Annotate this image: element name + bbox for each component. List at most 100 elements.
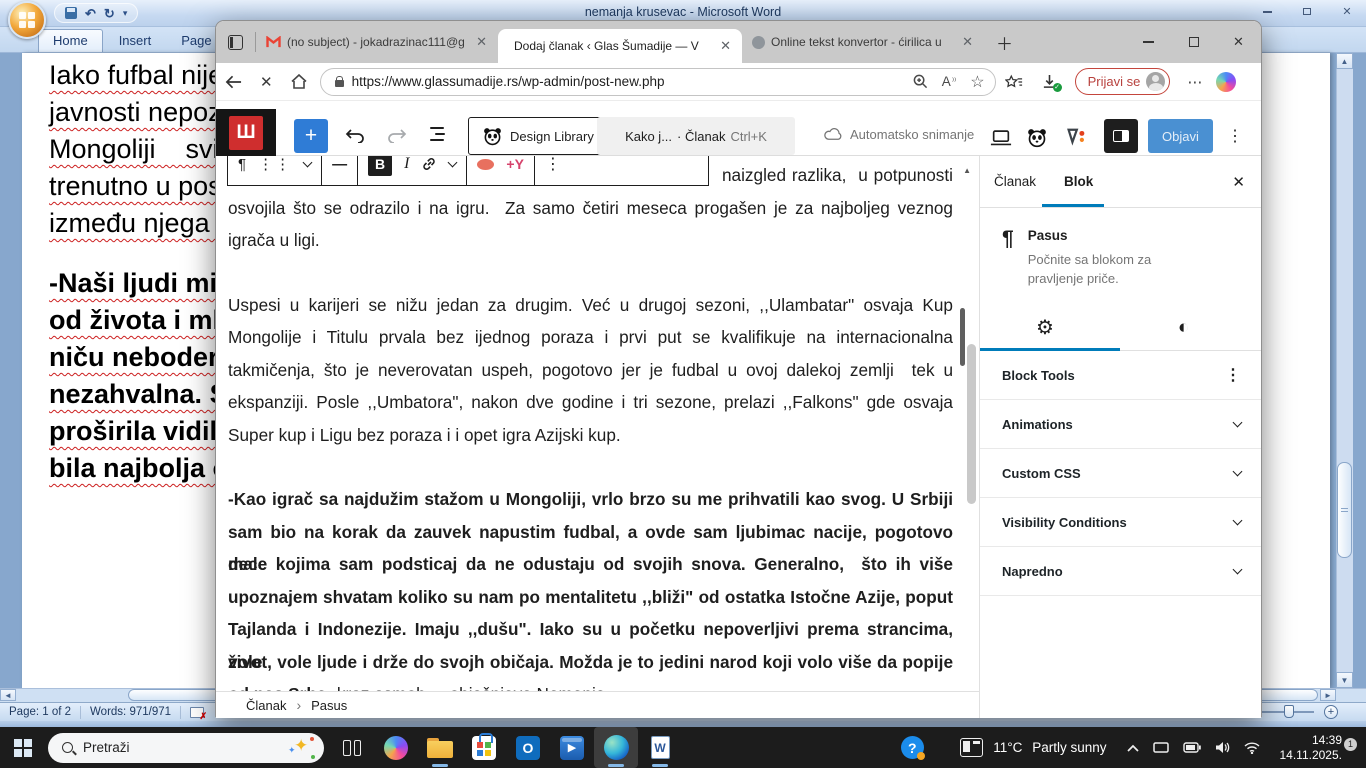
styles-icon[interactable]: ◐: [1178, 317, 1189, 339]
speaker-icon[interactable]: [1215, 741, 1230, 754]
show-hidden-icons-chevron[interactable]: [1127, 744, 1139, 752]
favorite-star-icon[interactable]: ☆: [970, 72, 984, 92]
taskbar-films-button[interactable]: ▶: [550, 727, 594, 768]
ribbon-tab-insert[interactable]: Insert: [105, 30, 166, 52]
redo-icon[interactable]: [380, 119, 414, 153]
address-bar[interactable]: https://www.glassumadije.rs/wp-admin/pos…: [320, 68, 996, 96]
editor-canvas[interactable]: ¶ ⋮⋮ — B I: [216, 156, 979, 691]
office-button[interactable]: [8, 1, 46, 39]
taskbar-edge-button[interactable]: [594, 727, 638, 768]
tab-block[interactable]: Blok: [1050, 156, 1107, 207]
signin-button[interactable]: Prijavi se: [1075, 68, 1171, 95]
back-icon[interactable]: [225, 75, 242, 89]
publish-button[interactable]: Objavi: [1148, 119, 1213, 153]
post-content[interactable]: naizgled razlika, u potpunosti osvojila …: [228, 156, 953, 691]
highlight-color-icon[interactable]: [477, 159, 494, 170]
word-word-count[interactable]: Words: 971/971: [81, 706, 181, 719]
content-scroll-up-icon[interactable]: ▲: [963, 166, 971, 175]
tab-article[interactable]: Članak: [980, 156, 1050, 207]
browser-menu-icon[interactable]: ⋯: [1187, 73, 1203, 91]
panel-napredno[interactable]: Napredno: [980, 547, 1261, 596]
task-view-button[interactable]: [330, 727, 374, 768]
browser-tab-gmail[interactable]: (no subject) - jokadrazinac111@g ✕: [256, 21, 498, 63]
more-formats-icon[interactable]: [448, 158, 458, 168]
settings-sidebar-toggle[interactable]: [1104, 119, 1138, 153]
panel-visibility-conditions[interactable]: Visibility Conditions: [980, 498, 1261, 547]
favorites-hub-icon[interactable]: [1005, 74, 1023, 90]
word-restore-button[interactable]: [1294, 4, 1320, 19]
wifi-icon[interactable]: [1244, 742, 1260, 754]
cast-screen-icon[interactable]: [1153, 741, 1169, 754]
undo-icon[interactable]: [338, 119, 372, 153]
taskbar-clock[interactable]: 14:39 14.11.2025.: [1279, 733, 1342, 763]
zoom-page-icon[interactable]: [913, 74, 928, 89]
block-move-icon[interactable]: [303, 158, 313, 168]
bold-button[interactable]: B: [368, 156, 392, 176]
tab-close-icon[interactable]: ✕: [959, 34, 976, 50]
zoom-in-icon[interactable]: +: [1324, 705, 1338, 719]
word-scroll-right-icon[interactable]: ►: [1320, 689, 1336, 701]
sidebar-scrollbar-thumb[interactable]: [967, 344, 976, 504]
browser-maximize-button[interactable]: [1171, 21, 1216, 63]
breadcrumb-current[interactable]: Pasus: [311, 698, 347, 713]
content-scrollbar-thumb[interactable]: [960, 308, 965, 366]
close-sidebar-icon[interactable]: ✕: [1232, 173, 1245, 191]
paragraph-block-selected[interactable]: -Kao igrač sa najdužim stažom u Mongolij…: [228, 483, 953, 691]
yoast-seo-icon[interactable]: [1062, 125, 1088, 151]
zoom-slider-handle[interactable]: [1284, 705, 1294, 718]
tab-close-icon[interactable]: ✕: [473, 34, 490, 50]
home-icon[interactable]: [291, 74, 307, 89]
browser-tab-converter[interactable]: Online tekst konvertor - ćirilica u ✕: [742, 21, 984, 63]
panel-custom-css[interactable]: Custom CSS: [980, 449, 1261, 498]
preview-icon[interactable]: [988, 125, 1014, 151]
block-options-icon[interactable]: ⋮: [545, 156, 561, 174]
panel-options-icon[interactable]: ⋮: [1225, 365, 1241, 385]
url-text[interactable]: https://www.glassumadije.rs/wp-admin/pos…: [352, 74, 899, 89]
settings-gear-icon[interactable]: ⚙: [1036, 315, 1054, 340]
word-scroll-left-icon[interactable]: ◄: [0, 689, 16, 701]
word-close-button[interactable]: ✕: [1334, 4, 1360, 19]
new-tab-icon[interactable]: ＋: [984, 30, 1025, 55]
list-view-icon[interactable]: [430, 127, 446, 145]
plugin-format-icon[interactable]: +Y: [506, 156, 524, 172]
undo-icon[interactable]: ↶: [85, 7, 96, 20]
paragraph-block[interactable]: Uspesi u karijeri se nižu jedan za drugi…: [228, 289, 953, 452]
drag-handle-icon[interactable]: ⋮⋮: [258, 156, 292, 173]
start-button[interactable]: [14, 739, 32, 757]
panda-plugin-icon[interactable]: [1024, 125, 1050, 151]
link-icon[interactable]: [421, 156, 437, 172]
word-page-indicator[interactable]: Page: 1 of 2: [0, 706, 81, 719]
qat-customize-icon[interactable]: ▾: [123, 8, 128, 19]
breadcrumb-root[interactable]: Članak: [246, 698, 286, 713]
align-icon[interactable]: —: [332, 156, 347, 173]
italic-button[interactable]: I: [404, 156, 409, 173]
editor-options-icon[interactable]: ⋮: [1218, 119, 1252, 153]
word-vscrollbar[interactable]: [1336, 53, 1353, 688]
taskbar-word-button[interactable]: W: [638, 727, 682, 768]
paragraph-block-icon[interactable]: ¶: [238, 156, 246, 173]
spellcheck-status[interactable]: [181, 706, 213, 719]
ribbon-tab-home[interactable]: Home: [38, 29, 103, 52]
design-library-button[interactable]: Design Library: [468, 117, 609, 155]
battery-icon[interactable]: [1183, 742, 1201, 753]
word-minimize-button[interactable]: [1254, 4, 1280, 19]
tab-actions-icon[interactable]: [228, 35, 243, 50]
read-aloud-icon[interactable]: A⁾⁾: [942, 74, 956, 89]
site-icon-button[interactable]: Ш: [216, 109, 276, 156]
help-tray-button[interactable]: ?: [890, 727, 934, 768]
block-inserter-button[interactable]: +: [294, 119, 328, 153]
tab-close-icon[interactable]: ✕: [717, 38, 734, 54]
taskbar-store-button[interactable]: [462, 727, 506, 768]
document-title-button[interactable]: Kako j... · Članak Ctrl+K: [597, 117, 795, 155]
downloads-icon[interactable]: ✓: [1042, 74, 1057, 89]
browser-close-button[interactable]: ✕: [1216, 21, 1261, 63]
panel-block-tools[interactable]: Block Tools ⋮: [980, 351, 1261, 400]
weather-widget[interactable]: 11°C Partly sunny: [960, 738, 1106, 757]
browser-tab-wordpress-active[interactable]: Dodaj članak ‹ Glas Šumadije — V ✕: [498, 29, 742, 63]
save-icon[interactable]: [65, 7, 77, 19]
word-vscroll-thumb[interactable]: [1337, 462, 1352, 558]
word-scroll-down-icon[interactable]: ▼: [1336, 672, 1353, 688]
taskbar-explorer-button[interactable]: [418, 727, 462, 768]
word-scroll-up-icon[interactable]: ▲: [1336, 53, 1353, 69]
redo-icon[interactable]: ↻: [104, 7, 115, 20]
